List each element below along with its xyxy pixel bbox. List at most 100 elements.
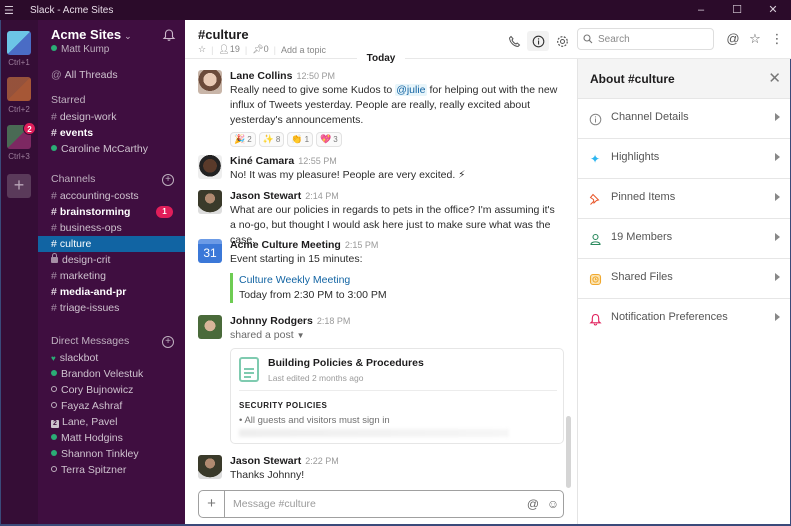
message-timestamp[interactable]: 2:18 PM	[317, 316, 351, 326]
minimize-button[interactable]: –	[683, 0, 719, 20]
starred-items-icon[interactable]: ☆	[744, 29, 766, 49]
channels-header[interactable]: Channels	[51, 173, 95, 185]
unread-badge: 1	[156, 206, 173, 218]
message-author[interactable]: Kiné Camara	[230, 155, 294, 167]
dm-matt-hodgins[interactable]: Matt Hodgins	[38, 430, 185, 446]
message-timestamp[interactable]: 12:55 PM	[298, 156, 337, 166]
message-timestamp[interactable]: 2:15 PM	[345, 240, 379, 250]
maximize-button[interactable]: ☐	[719, 0, 755, 20]
hash-icon: #	[51, 286, 57, 298]
dm-shannon-tinkley[interactable]: Shannon Tinkley	[38, 446, 185, 462]
channel-brainstorming[interactable]: # brainstorming 1	[38, 204, 185, 220]
dm-brandon-velestuk[interactable]: Brandon Velestuk	[38, 366, 185, 382]
message-author[interactable]: Acme Culture Meeting	[230, 239, 341, 251]
chevron-down-icon: ⌄	[124, 31, 132, 41]
starred-header: Starred	[51, 94, 86, 106]
add-channel-icon[interactable]: +	[162, 174, 174, 186]
message: Lane Collins 12:50 PM Really need to give…	[198, 70, 562, 147]
event-title-link[interactable]: Culture Weekly Meeting	[239, 273, 562, 288]
away-status-icon	[51, 386, 57, 392]
message-timestamp[interactable]: 2:22 PM	[305, 456, 339, 466]
calendar-app-icon[interactable]: 31	[198, 239, 222, 263]
text-segment: Really need to give some Kudos to	[230, 84, 396, 96]
reaction-sparkles[interactable]: ✨ 8	[258, 132, 285, 147]
workspace-3-badge: 2	[23, 122, 36, 135]
notifications-bell-icon[interactable]	[162, 28, 176, 42]
day-divider: Today	[185, 52, 577, 64]
emoji-icon[interactable]: ☺	[543, 497, 563, 511]
channel-triage-issues[interactable]: # triage-issues	[38, 300, 185, 316]
close-window-button[interactable]: ✕	[755, 0, 791, 20]
channel-accounting-costs[interactable]: # accounting-costs	[38, 188, 185, 204]
message-input[interactable]	[225, 498, 523, 510]
workspace-2-button[interactable]	[7, 77, 31, 101]
channel-info-button[interactable]	[527, 31, 549, 51]
shared-post-card[interactable]: Building Policies & Procedures Last edit…	[230, 348, 564, 444]
window-title: Slack - Acme Sites	[30, 4, 114, 16]
channel-marketing[interactable]: # marketing	[38, 268, 185, 284]
channel-title: #culture	[198, 27, 249, 42]
starred-channel-events[interactable]: # events	[38, 125, 185, 141]
more-options-icon[interactable]: ⋮	[766, 29, 788, 49]
reaction-clap[interactable]: 👏 1	[287, 132, 314, 147]
add-dm-icon[interactable]: +	[162, 336, 174, 348]
channel-business-ops[interactable]: # business-ops	[38, 220, 185, 236]
call-button[interactable]	[503, 31, 525, 51]
all-threads-link[interactable]: @ All Threads	[38, 67, 185, 83]
channel-settings-button[interactable]	[551, 31, 573, 51]
avatar-kine-camara[interactable]	[198, 155, 222, 179]
online-status-icon	[51, 450, 57, 456]
panel-item-members[interactable]: 19 Members	[578, 219, 790, 259]
dm-fayaz-ashraf[interactable]: Fayaz Ashraf	[38, 398, 185, 414]
message-composer: + @ ☺	[198, 490, 564, 518]
message-scrollbar[interactable]	[566, 68, 571, 488]
panel-header: About #culture ✕	[578, 59, 790, 99]
panel-item-channel-details[interactable]: Channel Details	[578, 99, 790, 139]
post-title[interactable]: Building Policies & Procedures	[268, 357, 424, 369]
panel-item-pinned-items[interactable]: Pinned Items	[578, 179, 790, 219]
mentions-icon[interactable]: @	[722, 29, 744, 49]
panel-item-shared-files[interactable]: Shared Files	[578, 259, 790, 299]
close-panel-icon[interactable]: ✕	[768, 69, 781, 87]
message-timestamp[interactable]: 2:14 PM	[305, 191, 339, 201]
dm-slackbot[interactable]: ♥ slackbot	[38, 350, 185, 366]
channel-culture[interactable]: # culture	[38, 236, 185, 252]
add-attachment-button[interactable]: +	[199, 491, 225, 517]
message-timestamp[interactable]: 12:50 PM	[296, 71, 335, 81]
dm-cory-bujnowicz[interactable]: Cory Bujnowicz	[38, 382, 185, 398]
starred-dm-caroline-mccarthy[interactable]: Caroline McCarthy	[38, 141, 185, 157]
message-author[interactable]: Johnny Rodgers	[230, 315, 313, 327]
dm-label: Terra Spitzner	[61, 464, 127, 476]
panel-item-highlights[interactable]: ✦ Highlights	[578, 139, 790, 179]
channel-media-and-pr[interactable]: # media-and-pr	[38, 284, 185, 300]
channel-design-crit[interactable]: design-crit	[38, 252, 185, 268]
team-menu[interactable]: Acme Sites ⌄	[51, 27, 132, 42]
reaction-tada[interactable]: 🎉 2	[230, 132, 256, 147]
avatar-jason-stewart[interactable]	[198, 190, 222, 214]
avatar-jason-stewart[interactable]	[198, 455, 222, 479]
dm-label: Matt Hodgins	[61, 432, 123, 444]
panel-item-notification-preferences[interactable]: Notification Preferences	[578, 299, 790, 339]
add-workspace-button[interactable]: +	[7, 174, 31, 198]
reaction-heart[interactable]: 💖 3	[316, 132, 342, 147]
user-mention[interactable]: @julie	[395, 84, 427, 96]
message-author[interactable]: Jason Stewart	[230, 455, 301, 467]
message-author[interactable]: Jason Stewart	[230, 190, 301, 202]
workspace-3-shortcut: Ctrl+3	[8, 152, 30, 161]
avatar-johnny-rodgers[interactable]	[198, 315, 222, 339]
message-author[interactable]: Lane Collins	[230, 70, 292, 82]
caret-down-icon[interactable]: ▼	[297, 331, 305, 340]
avatar-lane-collins[interactable]	[198, 70, 222, 94]
scrollbar-thumb[interactable]	[566, 416, 571, 488]
message: Johnny Rodgers 2:18 PM shared a post ▼ Bu…	[198, 315, 564, 444]
dm-lane-pavel[interactable]: 2 Lane, Pavel	[38, 414, 185, 430]
direct-messages-header[interactable]: Direct Messages	[51, 335, 129, 347]
search-box[interactable]	[577, 28, 714, 50]
starred-channel-design-work[interactable]: # design-work	[38, 109, 185, 125]
workspace-1-button[interactable]	[7, 31, 31, 55]
mention-icon[interactable]: @	[523, 497, 543, 511]
hamburger-menu-icon[interactable]: ☰	[4, 4, 20, 17]
search-input[interactable]	[598, 33, 708, 45]
dm-terra-spitzner[interactable]: Terra Spitzner	[38, 462, 185, 478]
sparkle-icon: ✦	[589, 152, 601, 166]
